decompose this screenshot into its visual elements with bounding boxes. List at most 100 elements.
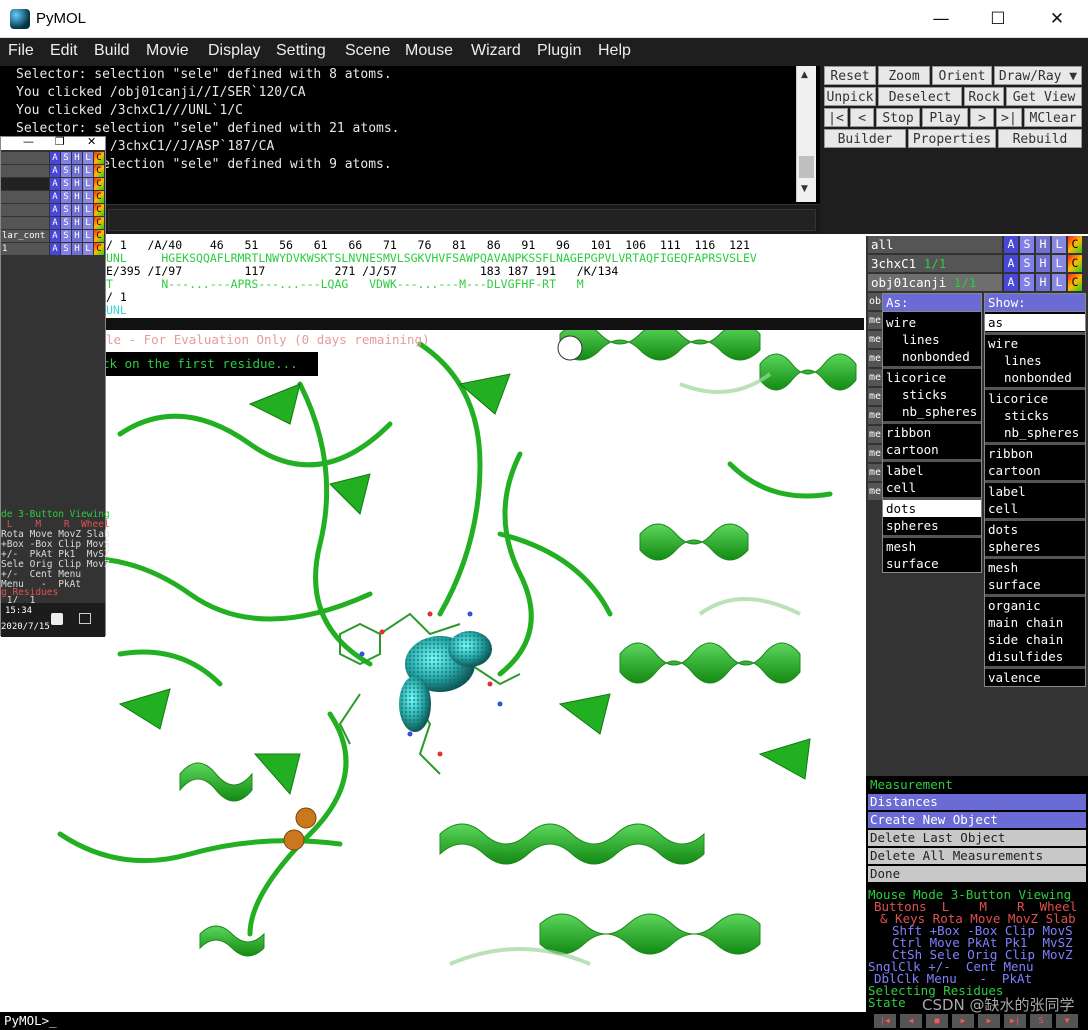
action-button[interactable]: A [50, 243, 60, 255]
color-button[interactable]: C [1068, 236, 1082, 253]
menu-build[interactable]: Build [94, 42, 130, 60]
step-back-icon[interactable]: ◀ [900, 1014, 922, 1028]
as-sticks[interactable]: sticks [883, 386, 981, 403]
hide-button[interactable]: H [72, 152, 82, 164]
builder-button[interactable]: Builder [824, 129, 906, 148]
hide-button[interactable]: H [72, 165, 82, 177]
show-wire[interactable]: wire [985, 335, 1085, 352]
show-button[interactable]: S [61, 178, 71, 190]
as-spheres[interactable]: spheres [883, 517, 981, 534]
action-button[interactable]: A [1004, 236, 1018, 253]
maximize-button[interactable]: ☐ [975, 4, 1021, 34]
object-name[interactable]: obj01canji 1/1 [868, 274, 1002, 291]
scene-icon[interactable]: S [1030, 1014, 1052, 1028]
action-button[interactable]: A [50, 191, 60, 203]
object-name[interactable] [1, 217, 49, 229]
rewind-icon[interactable]: |◀ [874, 1014, 896, 1028]
action-button[interactable]: A [50, 217, 60, 229]
scroll-up-icon[interactable]: ▲ [801, 70, 808, 80]
object-name[interactable]: me [868, 407, 882, 424]
show-button[interactable]: S [1020, 255, 1034, 272]
full-screen-icon[interactable]: ▼ [1056, 1014, 1078, 1028]
object-name[interactable]: me [868, 331, 882, 348]
object-name[interactable]: ob [868, 293, 882, 310]
label-button[interactable]: L [1052, 236, 1066, 253]
scroll-down-icon[interactable]: ▼ [801, 184, 808, 194]
play-button[interactable]: Play [922, 108, 968, 127]
secondary-window-titlebar[interactable]: — ❐ ✕ [1, 135, 105, 150]
show-button[interactable]: S [1020, 236, 1034, 253]
object-name[interactable]: 3chxC1 1/1 [868, 255, 1002, 272]
get-view-button[interactable]: Get View [1006, 87, 1082, 106]
show-side-chain[interactable]: side chain [985, 631, 1085, 648]
color-button[interactable]: C [94, 178, 104, 190]
show-button[interactable]: S [61, 191, 71, 203]
action-button[interactable]: A [1004, 255, 1018, 272]
show-as[interactable]: as [985, 314, 1085, 331]
show-ribbon[interactable]: ribbon [985, 445, 1085, 462]
command-input[interactable] [108, 209, 816, 231]
command-prompt[interactable]: PyMOL>_ [4, 1013, 57, 1028]
color-button[interactable]: C [94, 191, 104, 203]
hide-button[interactable]: H [1036, 236, 1050, 253]
action-button[interactable]: A [50, 178, 60, 190]
label-button[interactable]: L [83, 165, 93, 177]
color-button[interactable]: C [94, 243, 104, 255]
label-button[interactable]: L [83, 204, 93, 216]
color-button[interactable]: C [94, 217, 104, 229]
as-label[interactable]: label [883, 462, 981, 479]
minimize-button[interactable]: — [918, 4, 964, 34]
show-label[interactable]: label [985, 483, 1085, 500]
show-button[interactable]: S [61, 217, 71, 229]
distances-button[interactable]: Distances [868, 794, 1086, 810]
delete-last-object-button[interactable]: Delete Last Object [868, 830, 1086, 846]
show-button[interactable]: S [61, 152, 71, 164]
done-button[interactable]: Done [868, 866, 1086, 882]
show-dots[interactable]: dots [985, 521, 1085, 538]
sequence-residues-2[interactable]: T N---...---APRS---...---LQAG VDWK---...… [106, 277, 584, 291]
action-button[interactable]: A [50, 165, 60, 177]
object-row[interactable]: A S H L C [1, 191, 105, 203]
object-name[interactable] [1, 178, 49, 190]
properties-button[interactable]: Properties [908, 129, 996, 148]
color-button[interactable]: C [1068, 274, 1082, 291]
show-disulfides[interactable]: disulfides [985, 648, 1085, 665]
menu-display[interactable]: Display [208, 42, 260, 60]
minimize-icon[interactable]: — [23, 135, 34, 148]
next-frame-button[interactable]: > [970, 108, 994, 127]
show-button[interactable]: S [1020, 274, 1034, 291]
show-cartoon[interactable]: cartoon [985, 462, 1085, 479]
secondary-pymol-window[interactable]: — ❐ ✕ A S H L C A S H L C A S H L C A S … [0, 135, 110, 637]
object-name[interactable]: me [868, 312, 882, 329]
show-button[interactable]: S [61, 165, 71, 177]
label-button[interactable]: L [83, 243, 93, 255]
menu-wizard[interactable]: Wizard [471, 42, 521, 60]
close-icon[interactable]: ✕ [87, 135, 96, 148]
rock-button[interactable]: Rock [964, 87, 1004, 106]
hide-button[interactable]: H [72, 243, 82, 255]
last-frame-button[interactable]: >| [996, 108, 1022, 127]
color-button[interactable]: C [94, 204, 104, 216]
restore-icon[interactable]: ❐ [55, 135, 65, 148]
show-button[interactable]: S [61, 204, 71, 216]
object-name[interactable] [1, 204, 49, 216]
hide-button[interactable]: H [1036, 255, 1050, 272]
color-button[interactable]: C [94, 230, 104, 242]
as-wire[interactable]: wire [883, 314, 981, 331]
hide-button[interactable]: H [72, 178, 82, 190]
action-button[interactable]: A [1004, 274, 1018, 291]
object-name[interactable]: me [868, 426, 882, 443]
object-row[interactable]: lar_cont A S H L C [1, 230, 105, 242]
prev-frame-button[interactable]: < [850, 108, 874, 127]
draw-ray-button[interactable]: Draw/Ray ▼ [994, 66, 1082, 85]
object-name[interactable]: lar_cont [1, 230, 49, 242]
orient-button[interactable]: Orient [932, 66, 992, 85]
show-button[interactable]: S [61, 243, 71, 255]
color-button[interactable]: C [94, 165, 104, 177]
as-ribbon[interactable]: ribbon [883, 424, 981, 441]
scroll-thumb[interactable] [799, 156, 814, 178]
sequence-scrollbar[interactable] [106, 318, 864, 330]
as-lines[interactable]: lines [883, 331, 981, 348]
first-frame-button[interactable]: |< [824, 108, 848, 127]
object-name[interactable]: all [868, 236, 1002, 253]
